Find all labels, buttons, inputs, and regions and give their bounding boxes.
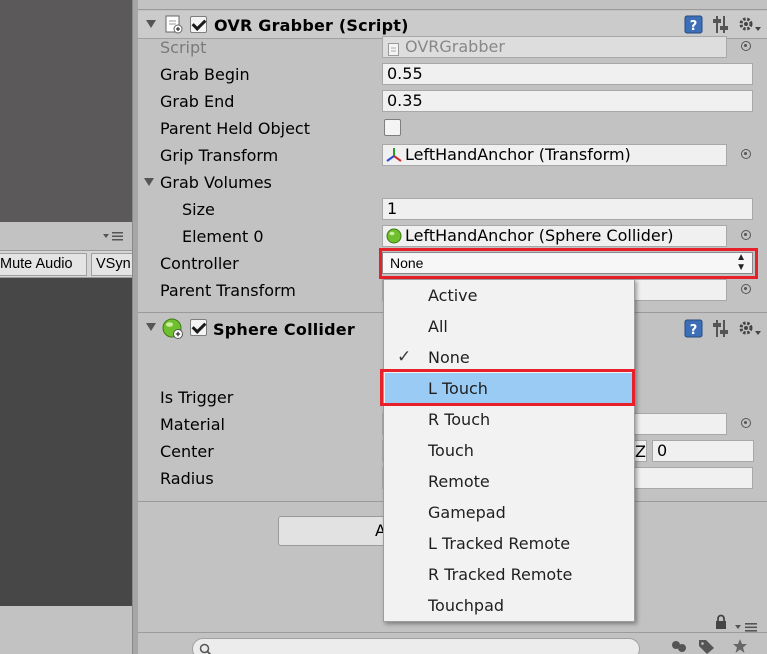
option-l-tracked-remote[interactable]: L Tracked Remote bbox=[385, 528, 633, 559]
option-touchpad[interactable]: Touchpad bbox=[385, 590, 633, 621]
parent-held-object-checkbox[interactable] bbox=[384, 119, 401, 136]
layers-icon[interactable] bbox=[670, 639, 688, 654]
grab-begin-label: Grab Begin bbox=[160, 65, 250, 84]
presets-icon[interactable] bbox=[712, 319, 730, 337]
game-view-toolbar: Mute Audio VSyn bbox=[0, 250, 135, 278]
ovr-grabber-header[interactable]: OVR Grabber (Script) ? bbox=[138, 11, 767, 39]
grab-volumes-label[interactable]: Grab Volumes bbox=[160, 173, 272, 192]
option-label: Active bbox=[428, 286, 478, 305]
grip-transform-label: Grip Transform bbox=[160, 146, 279, 165]
option-label: Gamepad bbox=[428, 503, 506, 522]
script-field: OVRGrabber bbox=[382, 36, 727, 58]
option-r-tracked-remote[interactable]: R Tracked Remote bbox=[385, 559, 633, 590]
parent-held-object-label: Parent Held Object bbox=[160, 119, 310, 138]
game-view[interactable] bbox=[0, 278, 132, 606]
option-remote[interactable]: Remote bbox=[385, 466, 633, 497]
grab-end-label: Grab End bbox=[160, 92, 235, 111]
option-all[interactable]: All bbox=[385, 311, 633, 342]
script-label: Script bbox=[160, 38, 207, 57]
mute-audio-button[interactable]: Mute Audio bbox=[0, 253, 87, 276]
grab-begin-input[interactable]: 0.55 bbox=[382, 63, 753, 85]
header-divider bbox=[138, 0, 767, 10]
svg-text:?: ? bbox=[690, 19, 698, 34]
add-component-button[interactable]: A bbox=[278, 516, 386, 546]
option-touch[interactable]: Touch bbox=[385, 435, 633, 466]
option-label: R Tracked Remote bbox=[428, 565, 573, 584]
target-icon[interactable] bbox=[741, 41, 751, 51]
component-title: Sphere Collider bbox=[213, 320, 355, 339]
size-label: Size bbox=[182, 200, 215, 219]
target-icon[interactable] bbox=[741, 418, 751, 428]
search-input[interactable] bbox=[192, 638, 640, 654]
option-r-touch[interactable]: R Touch bbox=[385, 404, 633, 435]
gear-icon[interactable] bbox=[737, 15, 763, 33]
size-input[interactable]: 1 bbox=[382, 198, 753, 220]
option-gamepad[interactable]: Gamepad bbox=[385, 497, 633, 528]
highlight-box-controller bbox=[379, 248, 758, 279]
foldout-arrow-icon[interactable] bbox=[146, 323, 156, 331]
gear-icon[interactable] bbox=[737, 319, 763, 337]
option-label: None bbox=[428, 348, 470, 367]
grab-end-input[interactable]: 0.35 bbox=[382, 90, 753, 112]
sphere-collider-icon bbox=[162, 318, 184, 339]
center-z-label: Z bbox=[635, 442, 646, 461]
option-label: L Tracked Remote bbox=[428, 534, 571, 553]
target-icon[interactable] bbox=[741, 284, 751, 294]
option-active[interactable]: Active bbox=[385, 280, 633, 311]
parent-transform-label: Parent Transform bbox=[160, 281, 296, 300]
option-label: Remote bbox=[428, 472, 490, 491]
pane-menu-icon[interactable] bbox=[103, 231, 125, 243]
help-icon[interactable]: ? bbox=[684, 15, 704, 34]
is-trigger-label: Is Trigger bbox=[160, 388, 234, 407]
script-value: OVRGrabber bbox=[405, 37, 505, 56]
sphere-collider-enabled-checkbox[interactable] bbox=[190, 319, 207, 336]
element0-label: Element 0 bbox=[182, 227, 264, 246]
script-file-icon bbox=[388, 41, 400, 57]
script-icon bbox=[164, 15, 184, 34]
radius-label: Radius bbox=[160, 469, 214, 488]
option-label: R Touch bbox=[428, 410, 491, 429]
lock-icon[interactable] bbox=[714, 614, 728, 634]
component-title: OVR Grabber (Script) bbox=[214, 16, 409, 35]
transform-icon bbox=[386, 147, 402, 165]
svg-text:?: ? bbox=[690, 323, 698, 338]
target-icon[interactable] bbox=[741, 230, 751, 240]
element0-field[interactable]: LeftHandAnchor (Sphere Collider) bbox=[382, 225, 727, 247]
star-icon[interactable] bbox=[732, 638, 748, 654]
controller-options-popup: Active All ✓ None L Touch R Touch Touch … bbox=[383, 279, 635, 622]
vsync-button[interactable]: VSyn bbox=[91, 253, 135, 276]
tag-icon[interactable] bbox=[698, 639, 716, 654]
presets-icon[interactable] bbox=[712, 15, 730, 33]
left-pane-footer bbox=[0, 606, 132, 654]
material-label: Material bbox=[160, 415, 225, 434]
option-label: Touch bbox=[428, 441, 474, 460]
option-label: All bbox=[428, 317, 448, 336]
foldout-arrow-icon[interactable] bbox=[146, 20, 156, 28]
highlight-box-l-touch bbox=[380, 369, 635, 406]
sphere-collider-icon bbox=[386, 228, 402, 246]
grab-volumes-foldout-icon[interactable] bbox=[144, 178, 154, 186]
ovr-grabber-enabled-checkbox[interactable] bbox=[190, 16, 207, 33]
controller-label: Controller bbox=[160, 254, 239, 273]
scene-view[interactable] bbox=[0, 0, 132, 222]
target-icon[interactable] bbox=[741, 149, 751, 159]
element0-value: LeftHandAnchor (Sphere Collider) bbox=[405, 226, 674, 245]
center-label: Center bbox=[160, 442, 214, 461]
option-label: Touchpad bbox=[428, 596, 505, 615]
search-icon bbox=[199, 642, 213, 654]
center-z-input[interactable]: 0 bbox=[652, 440, 754, 462]
project-toolbar bbox=[138, 632, 767, 654]
help-icon[interactable]: ? bbox=[684, 319, 704, 338]
grip-transform-field[interactable]: LeftHandAnchor (Transform) bbox=[382, 144, 727, 166]
grip-transform-value: LeftHandAnchor (Transform) bbox=[405, 145, 631, 164]
